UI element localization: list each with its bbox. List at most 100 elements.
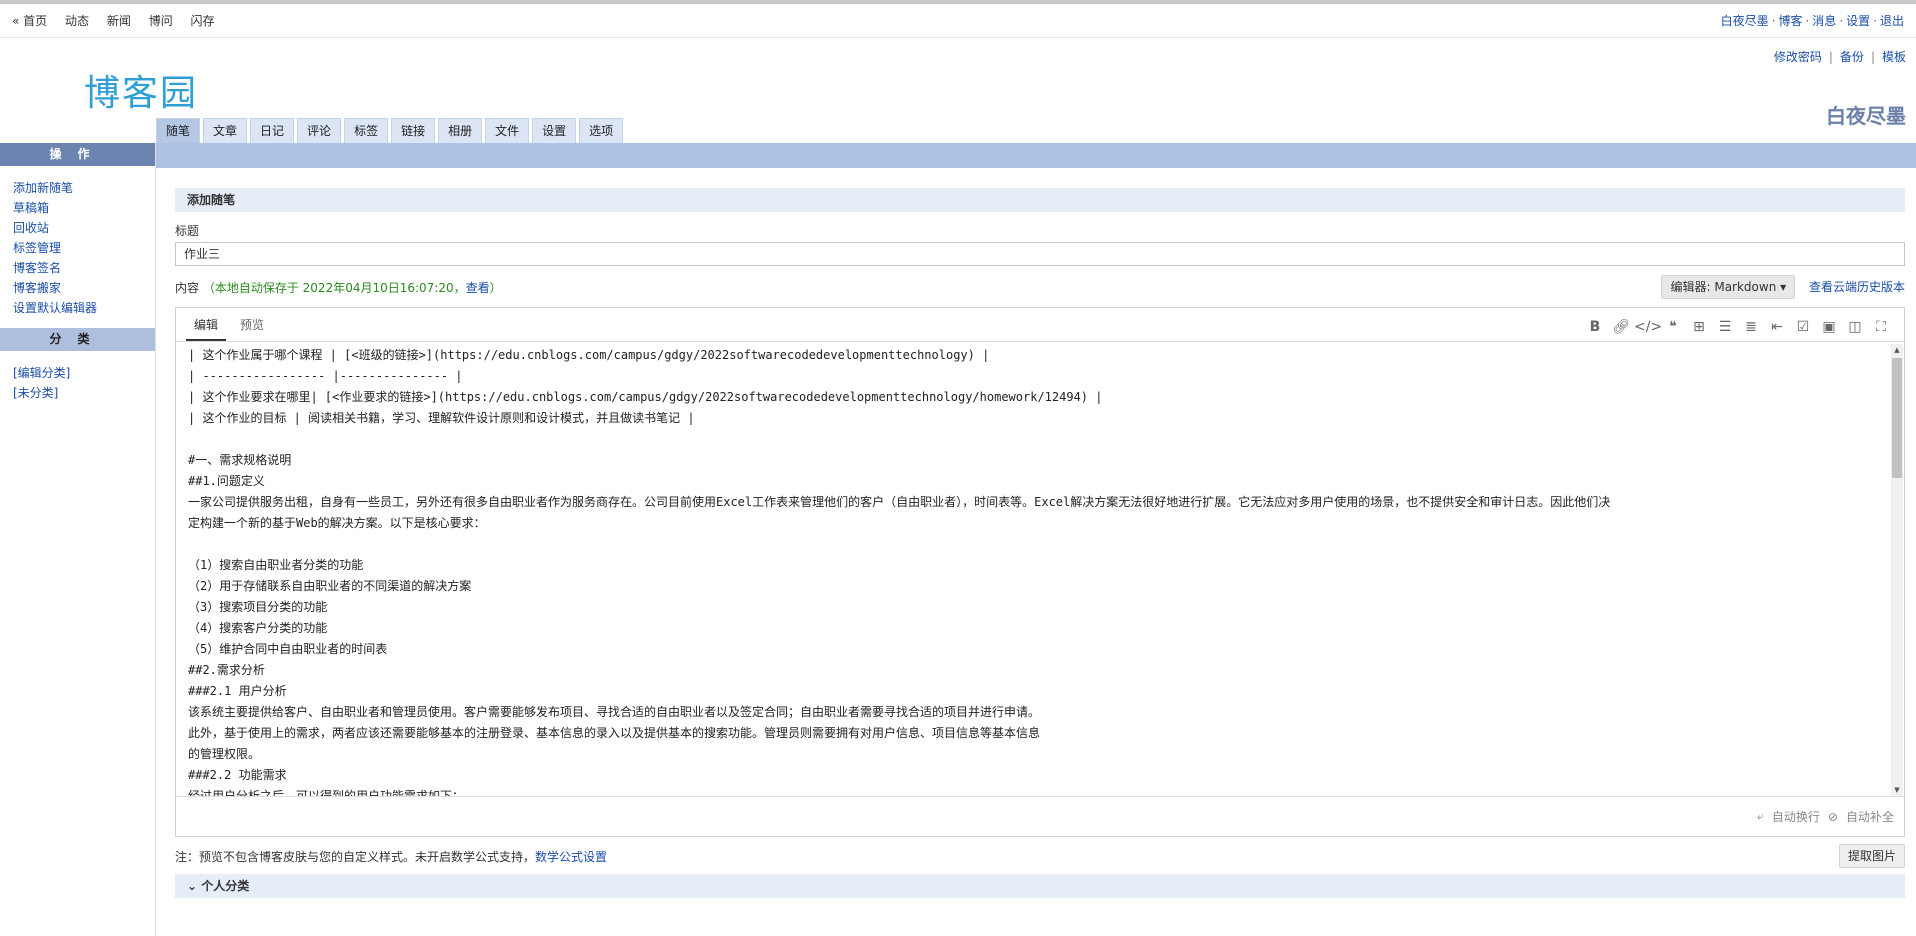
ordered-list-icon[interactable]: ≣ bbox=[1738, 319, 1764, 335]
quote-icon[interactable]: ❝ bbox=[1660, 319, 1686, 335]
editor-line: ##1.问题定义 bbox=[188, 474, 265, 488]
editor-tabs: 编辑 预览 bbox=[186, 316, 278, 341]
change-password-link[interactable]: 修改密码 bbox=[1774, 50, 1822, 64]
checkbox-icon[interactable]: ☑ bbox=[1790, 319, 1816, 335]
code-icon[interactable]: </> bbox=[1634, 319, 1662, 335]
indent-icon[interactable]: ⇤ bbox=[1764, 319, 1790, 335]
sidebar-item-default-editor[interactable]: 设置默认编辑器 bbox=[13, 298, 155, 318]
tab-files[interactable]: 文件 bbox=[485, 118, 530, 143]
title-label: 标题 bbox=[175, 224, 200, 238]
top-nav-bar: « 首页 动态 新闻 博问 闪存 白夜尽墨 · 博客 · 消息 · 设置 · 退出 bbox=[0, 4, 1916, 38]
header-links: 修改密码 | 备份 | 模板 bbox=[1773, 50, 1906, 64]
title-input[interactable]: 作业三 bbox=[175, 242, 1905, 266]
flash-link[interactable]: 闪存 bbox=[191, 14, 215, 28]
editor-line: 定构建一个新的基于Web的解决方案。以下是核心要求： bbox=[188, 516, 486, 530]
editor-scrollbar[interactable]: ▲ ▼ bbox=[1891, 344, 1903, 796]
autocomplete-icon[interactable]: ⊘ bbox=[1828, 810, 1838, 824]
personal-category-title: 个人分类 bbox=[201, 879, 250, 893]
link-icon[interactable]: 🔗︎ bbox=[1608, 319, 1634, 335]
tab-diary[interactable]: 日记 bbox=[250, 118, 295, 143]
top-nav-right: 白夜尽墨 · 博客 · 消息 · 设置 · 退出 bbox=[1720, 14, 1904, 28]
editor-line: 该系统主要提供给客户、自由职业者和管理员使用。客户需要能够发布项目、寻找合适的自… bbox=[188, 705, 1041, 719]
editor-line: | ----------------- |--------------- | bbox=[188, 369, 463, 383]
table-icon[interactable]: ⊞ bbox=[1686, 319, 1712, 335]
editor-line: （5）维护合同中自由职业者的时间表 bbox=[188, 642, 388, 656]
auto-complete-toggle[interactable]: 自动补全 bbox=[1846, 808, 1894, 825]
backup-link[interactable]: 备份 bbox=[1840, 50, 1864, 64]
header: 博客园 修改密码 | 备份 | 模板 白夜尽墨 随笔 文章 日记 评论 标签 链接 相册… bbox=[0, 38, 1916, 143]
editor-textarea[interactable]: | 这个作业属于哪个课程 | [<班级的链接>](https://edu.cnb… bbox=[176, 343, 1890, 796]
bullet-list-icon[interactable]: ☰ bbox=[1712, 319, 1738, 335]
sidebar-item-signature[interactable]: 博客签名 bbox=[13, 258, 155, 278]
scroll-down-icon[interactable]: ▼ bbox=[1891, 784, 1903, 796]
editor-line: | 这个作业属于哪个课程 | [<班级的链接>](https://edu.cnb… bbox=[188, 348, 990, 362]
cloud-history-link[interactable]: 查看云端历史版本 bbox=[1809, 280, 1905, 294]
editor-line: ##2.需求分析 bbox=[188, 663, 265, 677]
sidebar-item-uncategorized[interactable]: [未分类] bbox=[13, 383, 155, 403]
sidebar-item-drafts[interactable]: 草稿箱 bbox=[13, 198, 155, 218]
editor-line: （1）搜索自由职业者分类的功能 bbox=[188, 558, 364, 572]
editor-tool-icons: B 🔗︎ </> ❝ ⊞ ☰ ≣ ⇤ ☑ ▣ ◫ ⛶ bbox=[1582, 319, 1894, 341]
editor-line: | 这个作业要求在哪里| [<作业要求的链接>](https://edu.cnb… bbox=[188, 390, 1103, 404]
sidebar-item-recycle-bin[interactable]: 回收站 bbox=[13, 218, 155, 238]
chevron-down-icon: ⌄ bbox=[187, 879, 198, 893]
sidebar-category-list: [编辑分类] [未分类] bbox=[0, 351, 155, 413]
blog-name[interactable]: 白夜尽墨 bbox=[1826, 100, 1906, 129]
bold-icon[interactable]: B bbox=[1582, 319, 1608, 335]
tab-albums[interactable]: 相册 bbox=[438, 118, 483, 143]
tab-content-bar bbox=[156, 143, 1916, 168]
content-row: 内容 （本地自动保存于 2022年04月10日16:07:20，查看） 编辑器:… bbox=[175, 275, 1905, 299]
sidebar-ops-list: 添加新随笔 草稿箱 回收站 标签管理 博客签名 博客搬家 设置默认编辑器 bbox=[0, 166, 155, 328]
editor-footer: ⤶ 自动换行 ⊘ 自动补全 bbox=[176, 796, 1904, 836]
editor-type-select[interactable]: 编辑器: Markdown ▾ bbox=[1661, 275, 1796, 299]
editor-toolbar: 编辑 预览 B 🔗︎ </> ❝ ⊞ ☰ ≣ ⇤ ☑ ▣ ◫ ⛶ bbox=[176, 308, 1904, 342]
tab-preview[interactable]: 预览 bbox=[232, 316, 272, 341]
auto-wrap-toggle[interactable]: 自动换行 bbox=[1772, 808, 1820, 825]
scroll-up-icon[interactable]: ▲ bbox=[1891, 344, 1903, 356]
home-link[interactable]: « 首页 bbox=[12, 14, 47, 28]
tab-options[interactable]: 选项 bbox=[579, 118, 624, 143]
news-feed-link[interactable]: 动态 bbox=[65, 14, 89, 28]
preview-note: 注：预览不包含博客皮肤与您的自定义样式。未开启数学公式支持，数学公式设置 bbox=[175, 849, 608, 864]
sidebar-item-add-post[interactable]: 添加新随笔 bbox=[13, 178, 155, 198]
qa-link[interactable]: 博问 bbox=[149, 14, 173, 28]
messages-link[interactable]: 消息 bbox=[1812, 14, 1836, 28]
template-link[interactable]: 模板 bbox=[1882, 50, 1906, 64]
settings-link[interactable]: 设置 bbox=[1846, 14, 1870, 28]
tab-links[interactable]: 链接 bbox=[391, 118, 436, 143]
logout-link[interactable]: 退出 bbox=[1880, 14, 1904, 28]
scroll-thumb[interactable] bbox=[1892, 358, 1902, 478]
tab-comments[interactable]: 评论 bbox=[297, 118, 342, 143]
content-label-group: 内容 （本地自动保存于 2022年04月10日16:07:20，查看） bbox=[175, 279, 502, 296]
sidebar-item-edit-categories[interactable]: [编辑分类] bbox=[13, 363, 155, 383]
tab-edit[interactable]: 编辑 bbox=[186, 316, 227, 341]
cnblogs-logo[interactable]: 博客园 bbox=[84, 64, 198, 116]
personal-category-section[interactable]: ⌄ 个人分类 bbox=[175, 874, 1905, 898]
editor-line: 经过用户分析之后，可以得到的用户功能需求如下： bbox=[188, 789, 465, 796]
wrap-icon[interactable]: ⤶ bbox=[1757, 809, 1764, 824]
editor-line: ###2.2 功能需求 bbox=[188, 768, 287, 782]
user-link[interactable]: 白夜尽墨 bbox=[1721, 14, 1769, 28]
editor-line: （2）用于存储联系自由职业者的不同渠道的解决方案 bbox=[188, 579, 472, 593]
autosave-view-link[interactable]: 查看 bbox=[466, 281, 490, 295]
note-row: 注：预览不包含博客皮肤与您的自定义样式。未开启数学公式支持，数学公式设置 提取图… bbox=[175, 844, 1905, 868]
extract-images-button[interactable]: 提取图片 bbox=[1838, 844, 1905, 868]
image-icon[interactable]: ▣ bbox=[1816, 319, 1842, 335]
tab-tags[interactable]: 标签 bbox=[344, 118, 389, 143]
editor-controls: 编辑器: Markdown ▾ 查看云端历史版本 bbox=[1661, 275, 1905, 299]
tab-posts[interactable]: 随笔 bbox=[156, 118, 201, 143]
sidebar-item-tag-management[interactable]: 标签管理 bbox=[13, 238, 155, 258]
news-link[interactable]: 新闻 bbox=[107, 14, 131, 28]
blog-link[interactable]: 博客 bbox=[1778, 14, 1802, 28]
split-view-icon[interactable]: ◫ bbox=[1842, 319, 1868, 335]
content-label: 内容 bbox=[175, 280, 200, 295]
math-settings-link[interactable]: 数学公式设置 bbox=[535, 850, 607, 864]
sidebar-ops-title: 操作 bbox=[0, 143, 155, 166]
tab-articles[interactable]: 文章 bbox=[203, 118, 248, 143]
markdown-editor: 编辑 预览 B 🔗︎ </> ❝ ⊞ ☰ ≣ ⇤ ☑ ▣ ◫ ⛶ | 这个作业属… bbox=[175, 307, 1905, 837]
sidebar-item-blog-migration[interactable]: 博客搬家 bbox=[13, 278, 155, 298]
section-title: 添加随笔 bbox=[175, 188, 1905, 212]
tab-settings[interactable]: 设置 bbox=[532, 118, 577, 143]
fullscreen-icon[interactable]: ⛶ bbox=[1868, 319, 1894, 335]
